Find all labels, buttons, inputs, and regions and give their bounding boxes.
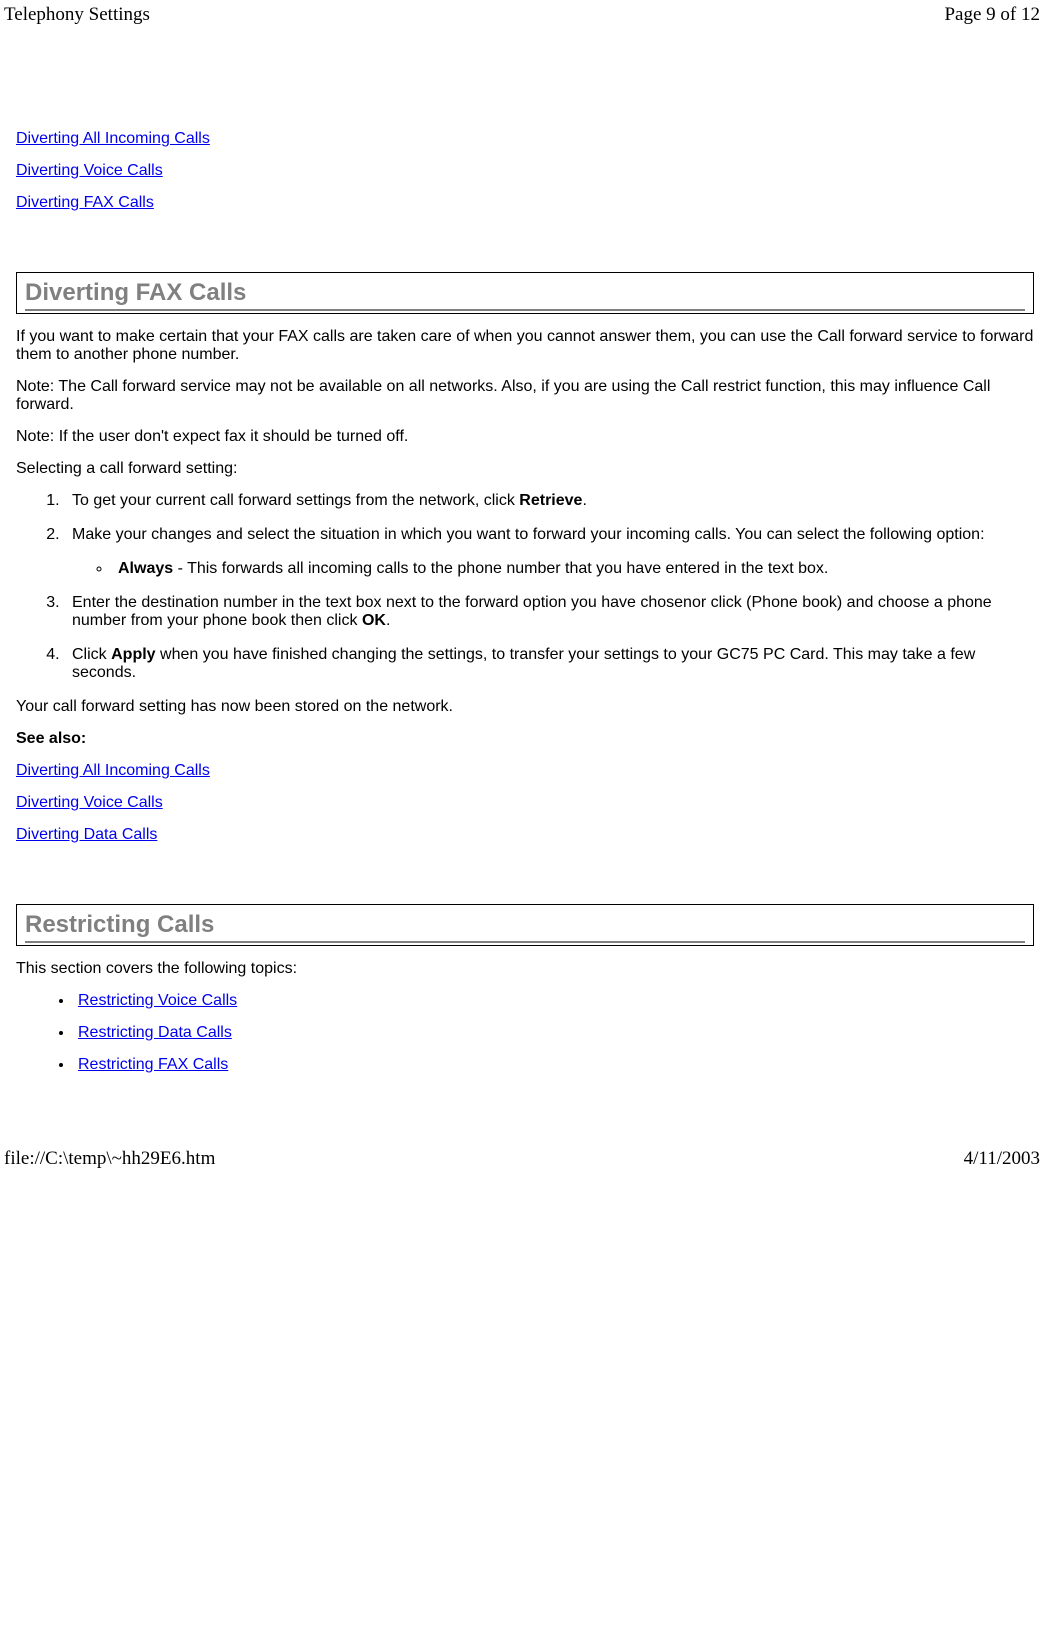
fax-step-2-always-label: Always — [118, 560, 173, 577]
fax-step-4-apply: Apply — [111, 646, 155, 663]
fax-step-3: Enter the destination number in the text… — [64, 594, 1034, 630]
link-divert-all-incoming[interactable]: Diverting All Incoming Calls — [16, 130, 210, 147]
list-item: Restricting Voice Calls — [74, 992, 1034, 1010]
restrict-topics-list: Restricting Voice Calls Restricting Data… — [16, 992, 1034, 1074]
fax-step-1: To get your current call forward setting… — [64, 492, 1034, 510]
fax-step-2: Make your changes and select the situati… — [64, 526, 1034, 578]
link-divert-all-incoming-2[interactable]: Diverting All Incoming Calls — [16, 762, 210, 779]
section-heading-box-fax: Diverting FAX Calls — [16, 272, 1034, 314]
fax-step-2-sublist: Always - This forwards all incoming call… — [72, 560, 1034, 578]
fax-step-1-text-a: To get your current call forward setting… — [72, 492, 519, 509]
restrict-intro: This section covers the following topics… — [16, 960, 1034, 978]
header-page-indicator: Page 9 of 12 — [944, 4, 1040, 26]
fax-step-4-text-a: Click — [72, 646, 111, 663]
fax-note-2: Note: If the user don't expect fax it sh… — [16, 428, 1034, 446]
list-item: Restricting Data Calls — [74, 1024, 1034, 1042]
link-restrict-fax[interactable]: Restricting FAX Calls — [78, 1056, 228, 1073]
fax-step-4: Click Apply when you have finished chang… — [64, 646, 1034, 682]
list-item: Restricting FAX Calls — [74, 1056, 1034, 1074]
link-divert-data[interactable]: Diverting Data Calls — [16, 826, 157, 843]
link-divert-fax[interactable]: Diverting FAX Calls — [16, 194, 154, 211]
fax-note-1: Note: The Call forward service may not b… — [16, 378, 1034, 414]
link-restrict-voice[interactable]: Restricting Voice Calls — [78, 992, 237, 1009]
fax-stored-msg: Your call forward setting has now been s… — [16, 698, 1034, 716]
section-heading-restrict: Restricting Calls — [25, 911, 1025, 943]
link-restrict-data[interactable]: Restricting Data Calls — [78, 1024, 232, 1041]
fax-step-1-retrieve: Retrieve — [519, 492, 582, 509]
fax-step-2-always-desc: - This forwards all incoming calls to th… — [173, 560, 828, 577]
section-heading-fax: Diverting FAX Calls — [25, 279, 1025, 311]
fax-step-3-text-a: Enter the destination number in the text… — [72, 594, 992, 629]
section-heading-box-restrict: Restricting Calls — [16, 904, 1034, 946]
footer-path: file://C:\temp\~hh29E6.htm — [4, 1148, 215, 1170]
fax-step-2-text: Make your changes and select the situati… — [72, 526, 985, 543]
fax-step-3-text-c: . — [386, 612, 390, 629]
link-divert-voice[interactable]: Diverting Voice Calls — [16, 162, 163, 179]
see-also-label: See also: — [16, 730, 1034, 748]
fax-step-2-sub-always: Always - This forwards all incoming call… — [112, 560, 1034, 578]
link-divert-voice-2[interactable]: Diverting Voice Calls — [16, 794, 163, 811]
fax-step-3-ok: OK — [362, 612, 386, 629]
page-footer: file://C:\temp\~hh29E6.htm 4/11/2003 — [0, 1144, 1050, 1176]
page-header: Telephony Settings Page 9 of 12 — [0, 0, 1050, 26]
fax-step-1-text-c: . — [582, 492, 586, 509]
fax-selecting-label: Selecting a call forward setting: — [16, 460, 1034, 478]
fax-step-4-text-c: when you have finished changing the sett… — [72, 646, 975, 681]
fax-steps-list: To get your current call forward setting… — [16, 492, 1034, 682]
header-title: Telephony Settings — [4, 4, 150, 26]
fax-intro: If you want to make certain that your FA… — [16, 328, 1034, 364]
page-content: Diverting All Incoming Calls Diverting V… — [0, 26, 1050, 1074]
footer-date: 4/11/2003 — [964, 1148, 1040, 1170]
